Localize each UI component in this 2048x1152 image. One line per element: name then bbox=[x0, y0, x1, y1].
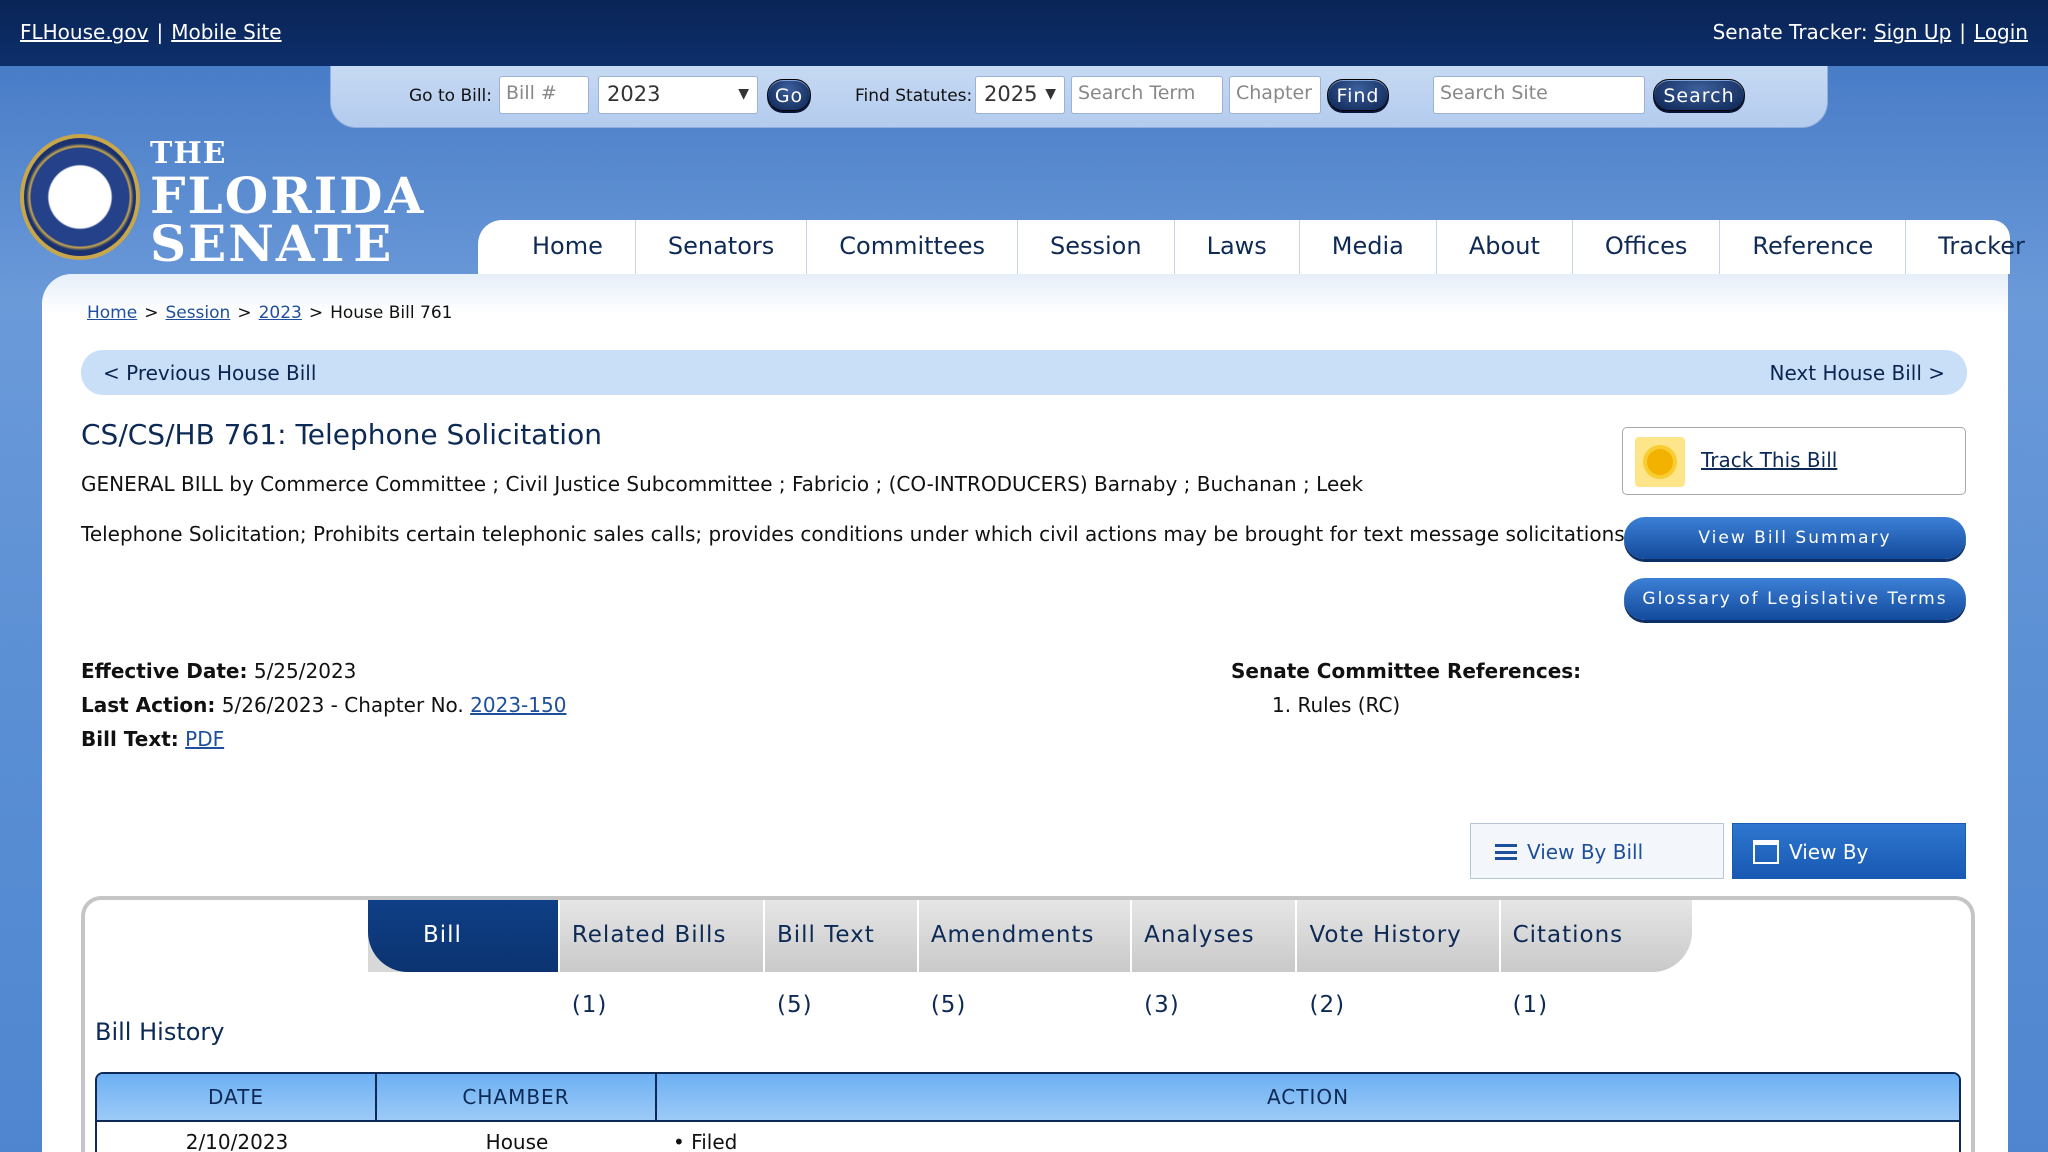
top-bar: FLHouse.gov | Mobile Site Senate Tracker: … bbox=[0, 0, 2048, 66]
tab-bill-history[interactable]: Bill History bbox=[368, 900, 560, 1018]
bill-text: Bill Text: PDF bbox=[81, 727, 225, 751]
statute-year-value: 2025 bbox=[984, 82, 1038, 106]
prev-next-bar: < Previous House Bill Next House Bill > bbox=[81, 350, 1967, 395]
previous-bill-link[interactable]: < Previous House Bill bbox=[103, 361, 316, 385]
tab-citations[interactable]: Citations (1) bbox=[1500, 900, 1692, 1018]
nav-media[interactable]: Media bbox=[1300, 220, 1437, 274]
view-by-bill-version-button[interactable]: View By Bill Version bbox=[1470, 823, 1724, 920]
login-link[interactable]: Login bbox=[1974, 20, 2028, 44]
nav-committees[interactable]: Committees bbox=[807, 220, 1018, 274]
breadcrumb-year[interactable]: 2023 bbox=[259, 303, 302, 323]
tab-bill-text[interactable]: Bill Text (5) bbox=[764, 900, 919, 1018]
table-row: 2/10/2023 House • Filed bbox=[97, 1122, 1959, 1152]
nav-reference[interactable]: Reference bbox=[1720, 220, 1907, 274]
sign-up-link[interactable]: Sign Up bbox=[1874, 20, 1951, 44]
bill-history-table: DATE CHAMBER ACTION 2/10/2023 House • Fi… bbox=[95, 1072, 1961, 1152]
bill-history-heading: Bill History bbox=[95, 1018, 225, 1046]
tab-amendments[interactable]: Amendments (5) bbox=[918, 900, 1133, 1018]
table-header: DATE CHAMBER ACTION bbox=[97, 1074, 1959, 1122]
nav-laws[interactable]: Laws bbox=[1175, 220, 1300, 274]
tab-related-bills[interactable]: Related Bills (1) bbox=[559, 900, 765, 1018]
breadcrumb-home[interactable]: Home bbox=[87, 303, 137, 323]
nav-about[interactable]: About bbox=[1437, 220, 1573, 274]
calendar-icon bbox=[1753, 840, 1779, 864]
breadcrumb-current: House Bill 761 bbox=[330, 303, 453, 323]
chapter-link[interactable]: 2023-150 bbox=[470, 693, 566, 717]
search-term-input[interactable]: Search Term bbox=[1071, 76, 1223, 114]
nav-home[interactable]: Home bbox=[500, 220, 636, 274]
session-year-select[interactable]: 2023 ▼ bbox=[598, 76, 758, 114]
effective-date: Effective Date: 5/25/2023 bbox=[81, 659, 357, 683]
florida-senate-seal[interactable] bbox=[20, 134, 140, 260]
nav-session[interactable]: Session bbox=[1018, 220, 1175, 274]
search-band: Go to Bill: Bill # 2023 ▼ Go Find Statut… bbox=[330, 66, 1828, 128]
list-icon bbox=[1495, 844, 1517, 860]
tab-vote-history[interactable]: Vote History (2) bbox=[1297, 900, 1501, 1018]
breadcrumb: Home > Session >2023 > House Bill 761 bbox=[87, 303, 453, 323]
statute-year-select[interactable]: 2025 ▼ bbox=[975, 76, 1065, 114]
find-statutes-label: Find Statutes: bbox=[855, 86, 973, 106]
chevron-down-icon: ▼ bbox=[1045, 86, 1056, 102]
flhouse-link[interactable]: FLHouse.gov bbox=[20, 20, 148, 44]
find-button[interactable]: Find bbox=[1327, 79, 1389, 111]
go-button[interactable]: Go bbox=[767, 79, 811, 111]
sun-icon bbox=[1635, 437, 1685, 487]
nav-offices[interactable]: Offices bbox=[1573, 220, 1721, 274]
next-bill-link[interactable]: Next House Bill > bbox=[1770, 361, 1946, 385]
nav-tracker[interactable]: Tracker bbox=[1906, 220, 2048, 274]
nav-senators[interactable]: Senators bbox=[636, 220, 808, 274]
bill-tabs: Bill History Related Bills (1) Bill Text… bbox=[368, 900, 1692, 1018]
column-date: DATE bbox=[97, 1074, 377, 1120]
mobile-site-link[interactable]: Mobile Site bbox=[171, 20, 281, 44]
search-button[interactable]: Search bbox=[1653, 79, 1745, 111]
committee-reference-item: 1. Rules (RC) bbox=[1272, 693, 1401, 717]
row-chamber: House bbox=[485, 1130, 549, 1152]
bill-title: CS/CS/HB 761: Telephone Solicitation bbox=[81, 418, 602, 451]
row-date: 2/10/2023 bbox=[185, 1130, 289, 1152]
bill-description: Telephone Solicitation; Prohibits certai… bbox=[81, 522, 1632, 546]
column-chamber: CHAMBER bbox=[377, 1074, 657, 1120]
row-action: • Filed bbox=[673, 1130, 738, 1152]
track-bill-link[interactable]: Track This Bill bbox=[1701, 448, 1837, 472]
committee-references-label: Senate Committee References: bbox=[1231, 659, 1582, 683]
top-links: FLHouse.gov | Mobile Site bbox=[20, 20, 282, 44]
main-nav: Home Senators Committees Session Laws Me… bbox=[478, 220, 2025, 274]
chevron-down-icon: ▼ bbox=[738, 86, 749, 102]
view-bill-summary-button[interactable]: View Bill Summary bbox=[1624, 517, 1966, 559]
session-year-value: 2023 bbox=[607, 82, 661, 106]
bill-number-input[interactable]: Bill # bbox=[499, 76, 589, 114]
search-site-input[interactable]: Search Site bbox=[1433, 76, 1645, 114]
go-to-bill-label: Go to Bill: bbox=[409, 86, 493, 106]
chapter-input[interactable]: Chapter bbox=[1229, 76, 1321, 114]
bill-sponsors: GENERAL BILL by Commerce Committee ; Civ… bbox=[81, 472, 1364, 496]
senate-tracker: Senate Tracker: Sign Up | Login bbox=[1712, 20, 2028, 44]
column-action: ACTION bbox=[1266, 1085, 1350, 1109]
glossary-button[interactable]: Glossary of Legislative Terms bbox=[1624, 578, 1966, 620]
breadcrumb-session[interactable]: Session bbox=[165, 303, 230, 323]
bill-pdf-link[interactable]: PDF bbox=[185, 727, 224, 751]
view-by-category-button[interactable]: View By Category bbox=[1732, 823, 1966, 920]
track-bill-box[interactable]: Track This Bill bbox=[1622, 427, 1966, 495]
tab-analyses[interactable]: Analyses (3) bbox=[1132, 900, 1298, 1018]
logo-senate: SENATE bbox=[150, 214, 394, 273]
tracker-label: Senate Tracker: bbox=[1712, 20, 1868, 44]
last-action: Last Action: 5/26/2023 - Chapter No. 202… bbox=[81, 693, 567, 717]
